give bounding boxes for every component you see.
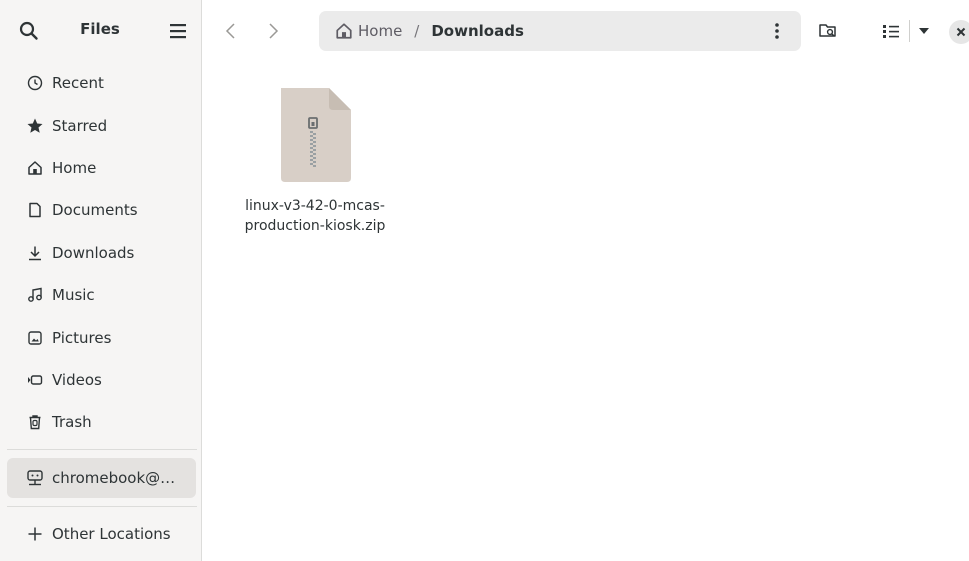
trash-icon xyxy=(26,413,44,431)
sidebar-item-label: Starred xyxy=(52,116,108,135)
sidebar-item-label: Pictures xyxy=(52,328,112,347)
breadcrumb-current[interactable]: Downloads xyxy=(431,22,524,40)
breadcrumb-separator: / xyxy=(414,22,420,40)
close-icon xyxy=(956,27,966,37)
toolbar-divider xyxy=(909,20,910,42)
triangle-down-icon xyxy=(919,28,929,34)
star-icon xyxy=(26,117,44,135)
file-item[interactable]: linux-v3-42-0-mcas-production-kiosk.zip xyxy=(241,84,389,236)
home-icon xyxy=(26,159,44,177)
sidebar: Files Recent Starred Home Documents Down… xyxy=(0,0,202,561)
sidebar-item-trash[interactable]: Trash xyxy=(0,401,202,443)
app-title: Files xyxy=(80,20,120,38)
sidebar-item-label: Home xyxy=(52,158,97,177)
sidebar-places: Recent Starred Home Documents Downloads xyxy=(0,62,202,444)
sidebar-item-documents[interactable]: Documents xyxy=(0,189,202,231)
sidebar-item-other-locations[interactable]: Other Locations xyxy=(0,514,202,554)
sidebar-item-label: Music xyxy=(52,286,95,305)
sidebar-item-pictures[interactable]: Pictures xyxy=(0,316,202,358)
sidebar-item-starred[interactable]: Starred xyxy=(0,104,202,146)
forward-button[interactable] xyxy=(263,20,283,42)
sidebar-item-downloads[interactable]: Downloads xyxy=(0,232,202,274)
document-icon xyxy=(26,201,44,219)
download-icon xyxy=(26,244,44,262)
chevron-right-icon xyxy=(269,23,279,39)
home-icon xyxy=(335,22,353,40)
breadcrumb-home[interactable]: Home xyxy=(358,22,402,40)
file-view: linux-v3-42-0-mcas-production-kiosk.zip xyxy=(203,62,969,561)
list-view-icon xyxy=(883,25,899,38)
sidebar-item-label: Trash xyxy=(52,413,92,432)
sidebar-divider xyxy=(7,506,197,507)
sidebar-item-music[interactable]: Music xyxy=(0,274,202,316)
picture-icon xyxy=(26,329,44,347)
sidebar-item-label: Documents xyxy=(52,201,138,220)
location-bar[interactable]: Home / Downloads xyxy=(319,11,801,51)
kebab-menu-icon[interactable] xyxy=(767,21,787,41)
sidebar-item-label: Recent xyxy=(52,74,104,93)
chevron-left-icon xyxy=(225,23,235,39)
sidebar-item-chromebook[interactable]: chromebook@… xyxy=(7,458,196,498)
sidebar-item-videos[interactable]: Videos xyxy=(0,359,202,401)
network-drive-icon xyxy=(26,469,44,487)
file-name: linux-v3-42-0-mcas-production-kiosk.zip xyxy=(244,198,386,234)
sidebar-header: Files xyxy=(0,0,201,62)
sidebar-item-label: chromebook@… xyxy=(52,469,176,487)
sidebar-item-home[interactable]: Home xyxy=(0,147,202,189)
video-icon xyxy=(26,371,44,389)
sidebar-item-label: Downloads xyxy=(52,243,135,262)
music-icon xyxy=(26,286,44,304)
plus-icon xyxy=(26,525,44,543)
sidebar-item-label: Videos xyxy=(52,370,102,389)
clock-icon xyxy=(26,74,44,92)
list-view-button[interactable] xyxy=(880,20,902,42)
close-window-button[interactable] xyxy=(949,20,969,44)
back-button[interactable] xyxy=(221,20,241,42)
search-folder-button[interactable] xyxy=(817,20,839,42)
hamburger-menu-icon[interactable] xyxy=(168,21,188,41)
sidebar-divider xyxy=(7,449,197,450)
sidebar-item-label: Other Locations xyxy=(52,525,171,543)
header-bar: Home / Downloads xyxy=(203,0,969,62)
search-icon[interactable] xyxy=(18,20,40,42)
view-options-button[interactable] xyxy=(915,20,933,42)
sidebar-item-recent[interactable]: Recent xyxy=(0,62,202,104)
zip-archive-icon xyxy=(277,84,353,184)
folder-search-icon xyxy=(819,24,836,37)
